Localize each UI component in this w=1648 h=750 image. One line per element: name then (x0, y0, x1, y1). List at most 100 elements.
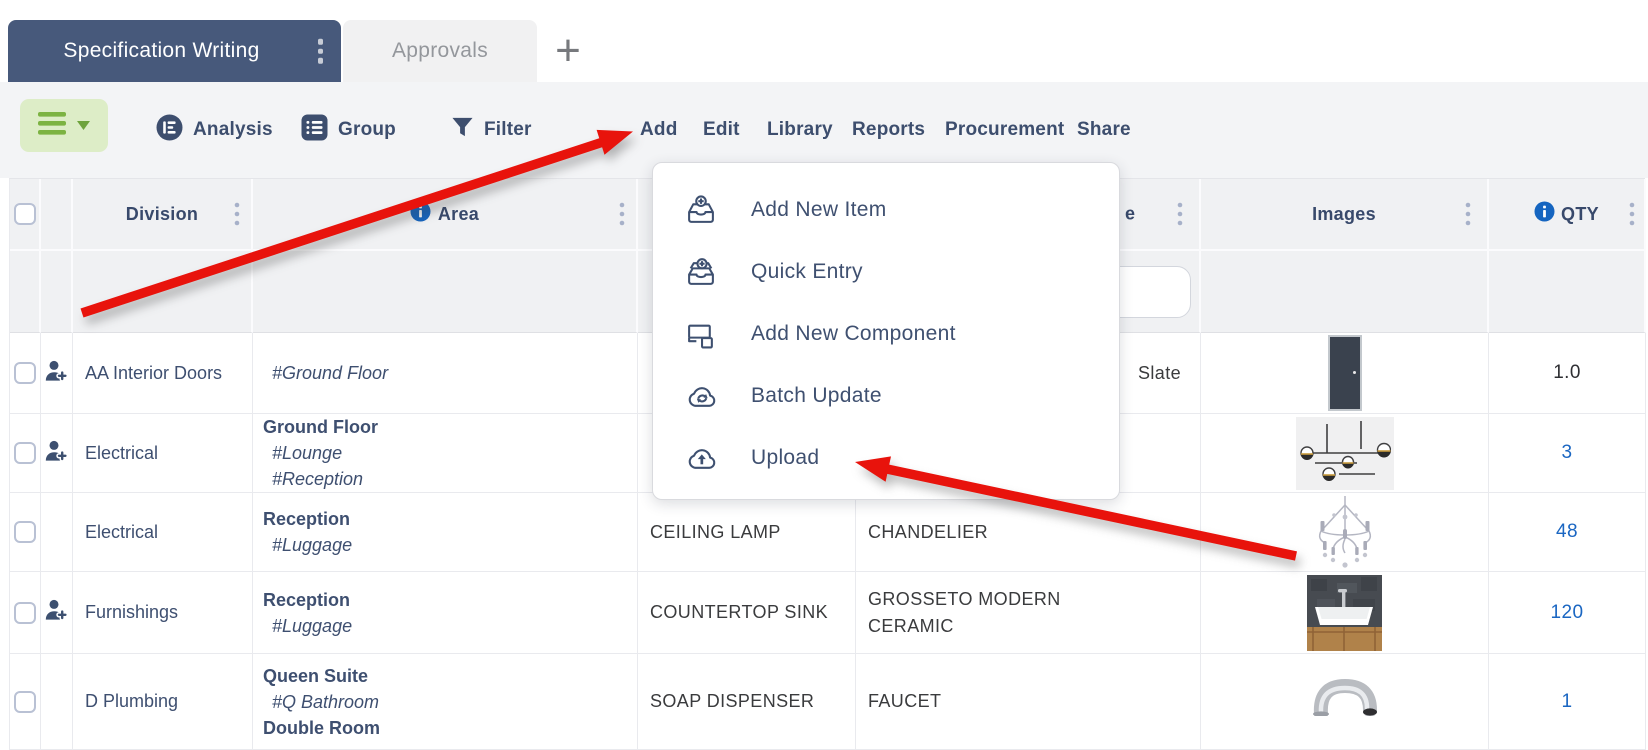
table-row: Electrical Reception #Luggage CEILING LA… (10, 493, 1646, 572)
tab-specification-writing[interactable]: Specification Writing (8, 20, 341, 82)
item-cell[interactable]: COUNTERTOP SINK (638, 572, 856, 654)
image-cell (1201, 414, 1489, 493)
division-value: AA Interior Doors (85, 362, 223, 383)
analysis-icon (156, 114, 183, 147)
select-all-checkbox[interactable] (13, 203, 36, 225)
row-checkbox[interactable] (14, 601, 36, 624)
item-value: CEILING LAMP (650, 521, 781, 542)
type-value: FAUCET (868, 691, 942, 711)
assign-header-cell (41, 179, 73, 251)
add-new-item-tray-icon (683, 194, 719, 226)
qty-value[interactable]: 48 (1556, 521, 1578, 543)
image-cell (1201, 572, 1489, 654)
new-tab-button[interactable]: + (537, 20, 599, 82)
group-label: Group (338, 119, 396, 140)
division-filter-cell (73, 251, 253, 333)
assign-user-icon[interactable] (44, 359, 69, 388)
type-kebab-icon[interactable] (1177, 202, 1183, 226)
quick-entry-tray-icon (683, 257, 719, 288)
area-tag: #Ground Floor (272, 363, 389, 383)
area-tag: #Luggage (272, 615, 353, 636)
area-main: Queen Suite (263, 665, 369, 686)
table-row: D Plumbing Queen Suite #Q Bathroom Doubl… (10, 654, 1646, 750)
tab-approvals[interactable]: Approvals (343, 20, 537, 82)
item-cell[interactable]: SOAP DISPENSER (638, 654, 856, 750)
menu-item-upload[interactable]: Upload (653, 427, 1119, 489)
area-filter-cell (253, 251, 638, 333)
menu-item-add-new-component[interactable]: Add New Component (653, 303, 1119, 365)
faucet-image[interactable] (1312, 670, 1378, 716)
assign-user-icon[interactable] (44, 439, 69, 468)
countertop-sink-image[interactable] (1307, 574, 1382, 651)
info-icon[interactable] (1534, 201, 1555, 227)
qty-value[interactable]: 1.0 (1553, 362, 1581, 384)
chandelier-image[interactable] (1306, 495, 1384, 569)
image-cell (1201, 493, 1489, 572)
group-list-icon (301, 114, 328, 147)
type-cell[interactable]: GROSSETO MODERN CERAMIC (856, 572, 1201, 654)
item-cell[interactable]: CEILING LAMP (638, 493, 856, 572)
area-tag: #Q Bathroom (272, 691, 380, 712)
tab-title: Approvals (391, 39, 489, 62)
qty-kebab-icon[interactable] (1629, 202, 1635, 226)
area-header[interactable]: Area (253, 179, 638, 251)
image-cell (1201, 333, 1489, 414)
plus-icon: + (555, 26, 581, 75)
qty-header[interactable]: QTY (1489, 179, 1646, 251)
area-main: Ground Floor (263, 417, 378, 437)
images-filter-cell (1201, 251, 1489, 333)
type-cell[interactable]: FAUCET (856, 654, 1201, 750)
area-tag: #Reception (272, 469, 364, 489)
analysis-label: Analysis (193, 119, 273, 140)
item-value: COUNTERTOP SINK (650, 602, 829, 622)
tab-bar: Specification Writing Approvals + (8, 20, 599, 82)
row-checkbox[interactable] (14, 521, 36, 543)
image-cell (1201, 654, 1489, 750)
dark-door-image[interactable] (1329, 337, 1360, 409)
menu-item-add-new-item[interactable]: Add New Item (653, 179, 1119, 241)
area-tag: #Luggage (272, 535, 353, 555)
group-button[interactable]: Group (301, 82, 396, 178)
batch-update-cloud-icon (683, 381, 719, 412)
analysis-button[interactable]: Analysis (156, 82, 273, 178)
main-menu-button[interactable] (20, 99, 108, 152)
menu-item-quick-entry[interactable]: Quick Entry (653, 241, 1119, 303)
images-header[interactable]: Images (1201, 179, 1489, 251)
row-checkbox[interactable] (14, 690, 36, 713)
area-main: Double Room (263, 717, 380, 738)
upload-cloud-icon (683, 443, 719, 474)
division-value: Furnishings (85, 602, 179, 622)
division-kebab-icon[interactable] (234, 202, 240, 226)
qty-filter-cell (1489, 251, 1646, 333)
qty-value[interactable]: 1 (1562, 691, 1573, 713)
division-value: Electrical (85, 521, 159, 542)
tab-options-kebab-icon[interactable] (317, 38, 323, 64)
type-cell[interactable]: CHANDELIER (856, 493, 1201, 572)
pendant-light-image[interactable] (1295, 416, 1394, 490)
filter-button[interactable]: Filter (451, 82, 532, 178)
component-icon (683, 319, 719, 350)
qty-value[interactable]: 120 (1551, 602, 1584, 624)
info-icon[interactable] (410, 201, 431, 227)
area-main: Reception (263, 509, 351, 529)
hamburger-icon (38, 111, 68, 140)
row-checkbox[interactable] (14, 442, 36, 464)
division-value: D Plumbing (85, 691, 179, 711)
type-value: GROSSETO MODERN CERAMIC (868, 588, 1061, 636)
area-kebab-icon[interactable] (619, 202, 625, 226)
select-all-cell (10, 179, 41, 251)
images-kebab-icon[interactable] (1465, 202, 1471, 226)
chevron-down-icon (77, 117, 90, 135)
division-header[interactable]: Division (73, 179, 253, 251)
area-main: Reception (263, 589, 351, 610)
filter-funnel-icon (451, 116, 474, 145)
area-tag: #Lounge (272, 443, 343, 463)
table-row: Furnishings Reception #Luggage COUNTERTO… (10, 572, 1646, 654)
row-checkbox[interactable] (14, 362, 36, 384)
type-value: CHANDELIER (868, 521, 989, 542)
qty-value[interactable]: 3 (1562, 442, 1573, 464)
menu-item-batch-update[interactable]: Batch Update (653, 365, 1119, 427)
division-value: Electrical (85, 442, 159, 463)
assign-user-icon[interactable] (44, 598, 69, 627)
tab-title: Specification Writing (63, 39, 260, 62)
